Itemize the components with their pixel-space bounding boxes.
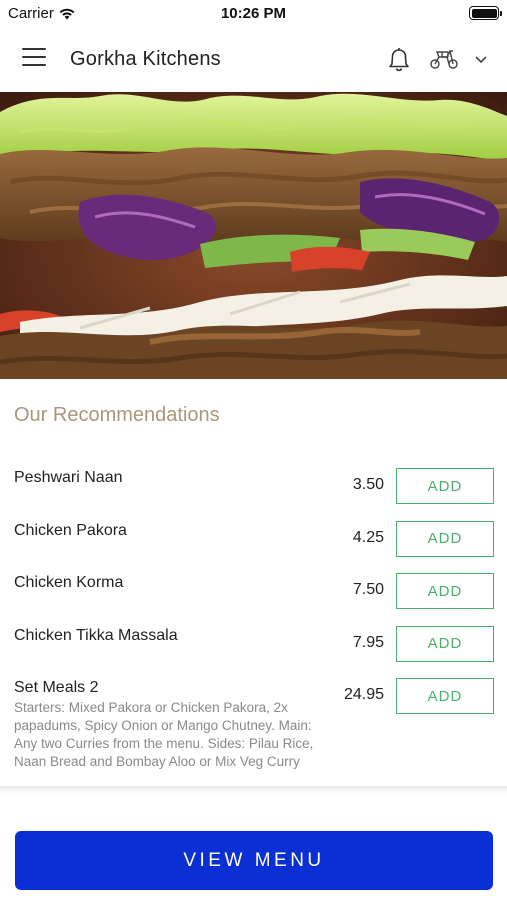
status-bar: Carrier 10:26 PM [0, 0, 507, 26]
delivery-mode-selector[interactable] [428, 46, 490, 72]
list-item: Set Meals 2 Starters: Mixed Pakora or Ch… [0, 665, 507, 785]
item-price: 7.95 [352, 633, 384, 651]
battery-icon [469, 6, 502, 20]
add-button[interactable]: ADD [396, 468, 494, 504]
divider [0, 786, 507, 794]
item-name: Peshwari Naan [14, 469, 123, 486]
list-item: Peshwari Naan 3.50 ADD [0, 455, 507, 508]
hamburger-menu-icon[interactable] [22, 48, 46, 68]
status-time: 10:26 PM [220, 5, 287, 22]
app-title: Gorkha Kitchens [70, 48, 221, 70]
list-item: Chicken Pakora 4.25 ADD [0, 508, 507, 561]
bell-icon[interactable] [384, 44, 414, 74]
item-name: Set Meals 2 [14, 679, 99, 696]
item-price: 3.50 [352, 476, 384, 493]
chevron-down-icon[interactable] [474, 54, 488, 64]
add-button[interactable]: ADD [396, 573, 494, 609]
list-item: Chicken Tikka Massala 7.95 ADD [0, 613, 507, 666]
list-item: Chicken Korma 7.50 ADD [0, 560, 507, 613]
item-name: Chicken Tikka Massala [14, 626, 178, 644]
item-name: Chicken Korma [14, 574, 124, 591]
item-price: 4.25 [352, 528, 384, 546]
item-price: 7.50 [352, 581, 384, 598]
scooter-icon [430, 50, 458, 69]
item-description: Starters: Mixed Pakora or Chicken Pakora… [14, 700, 314, 769]
add-button[interactable]: ADD [396, 520, 494, 557]
item-price: 24.95 [343, 686, 384, 703]
recommendations-list: Peshwari Naan 3.50 ADD Chicken Pakora 4.… [0, 455, 507, 785]
add-button[interactable]: ADD [396, 625, 494, 662]
app-header: Gorkha Kitchens [0, 26, 507, 92]
hero-food-image [0, 92, 507, 379]
view-menu-button[interactable]: VIEW MENU [15, 831, 493, 890]
recommendations-title: Our Recommendations [14, 404, 220, 426]
item-name: Chicken Pakora [14, 521, 127, 539]
add-button[interactable]: ADD [396, 678, 494, 714]
